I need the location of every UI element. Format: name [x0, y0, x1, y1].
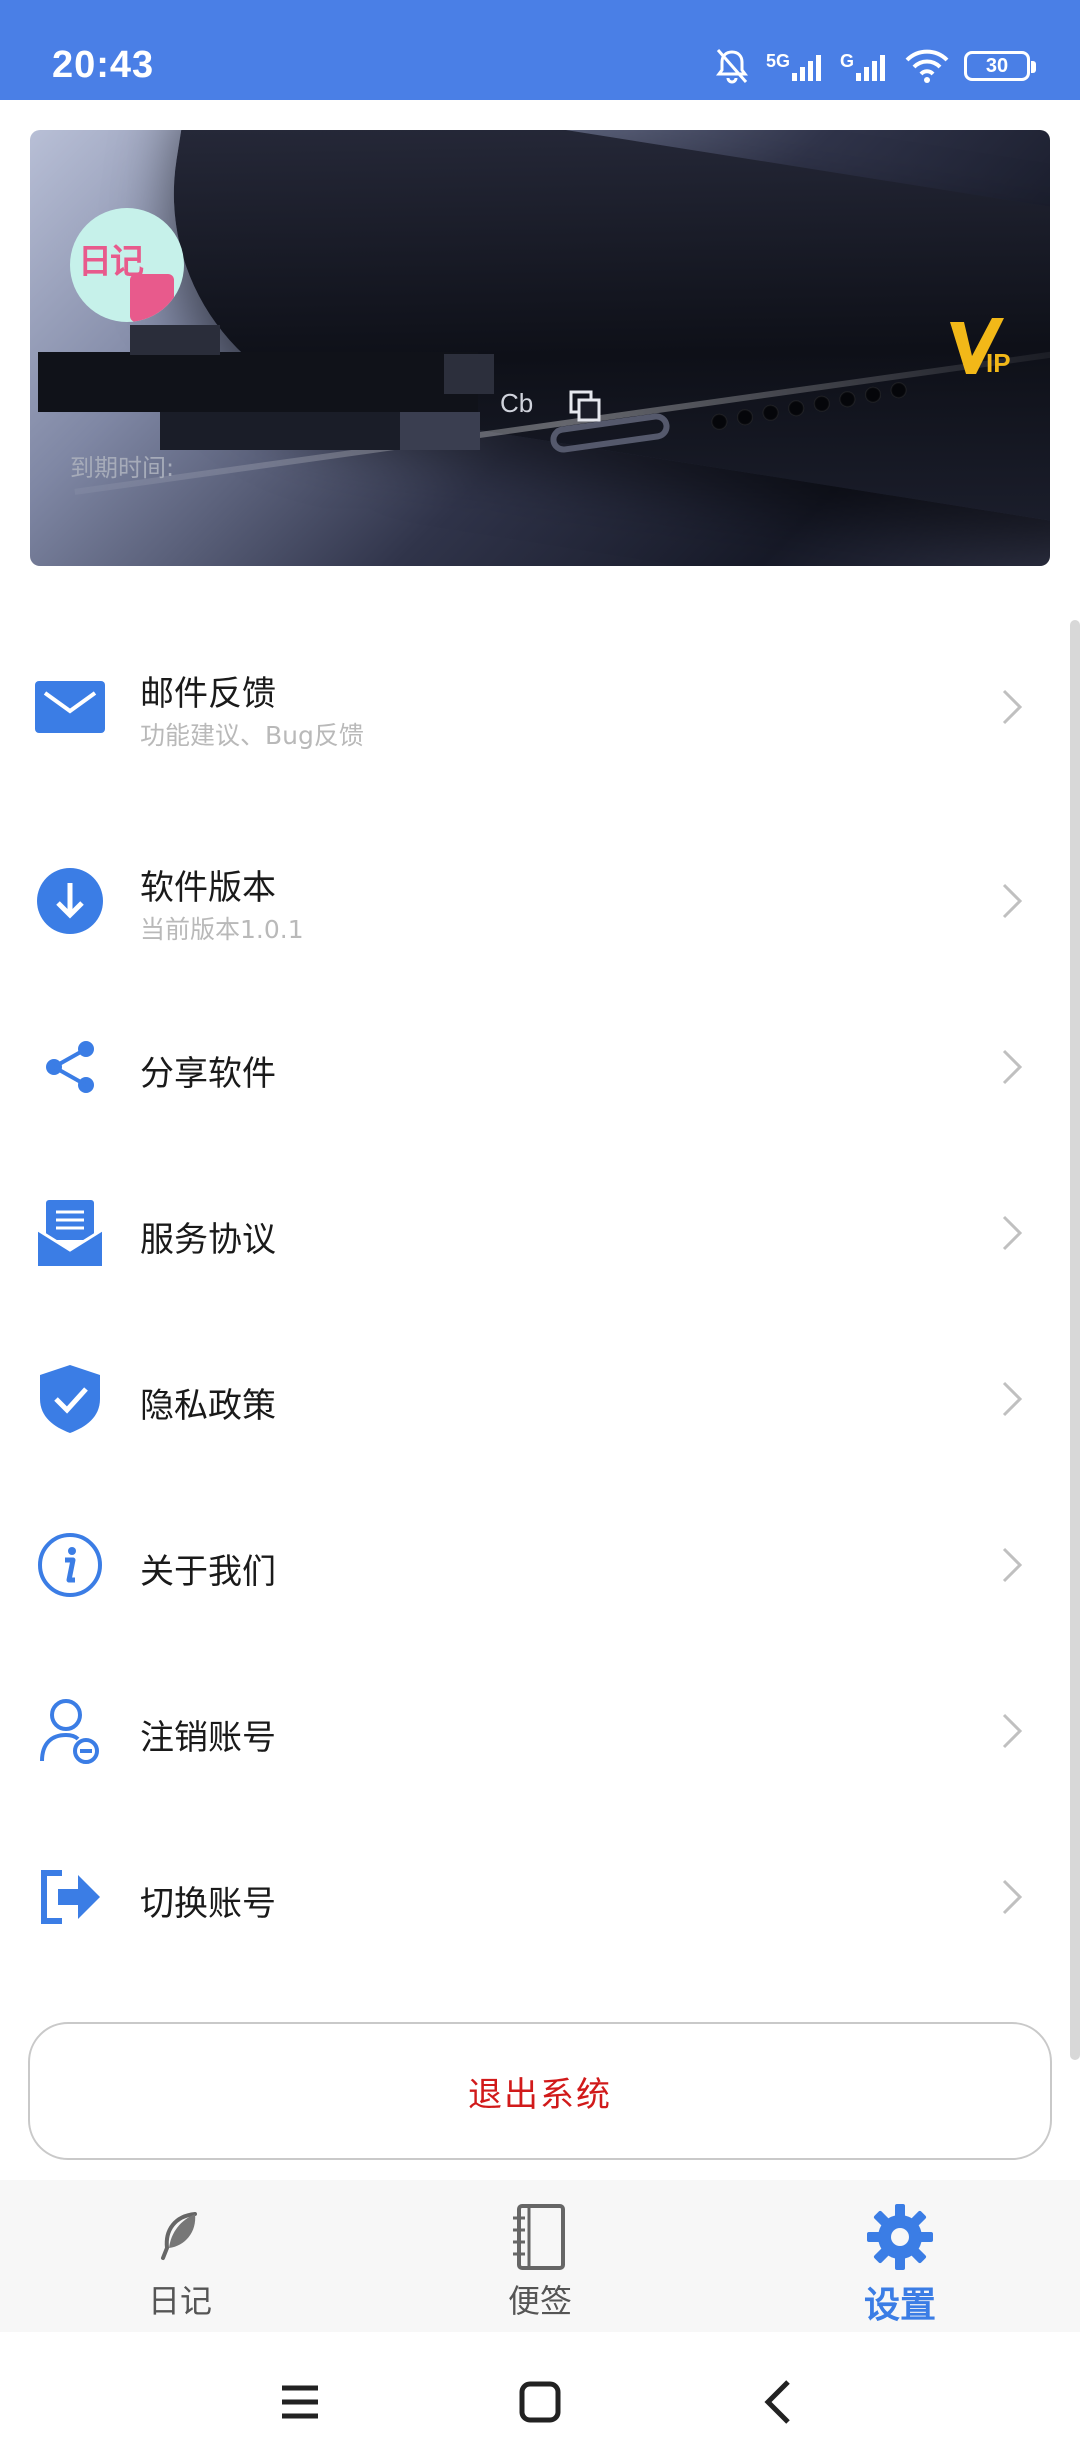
menu-subtitle: 当前版本1.0.1: [140, 915, 304, 944]
tab-settings[interactable]: 设置: [790, 2180, 1010, 2332]
share-icon: [34, 1031, 106, 1103]
menu-item-privacy[interactable]: 隐私政策: [0, 1316, 1080, 1482]
tab-label: 日记: [147, 2282, 212, 2320]
menu-subtitle: 功能建议、Bug反馈: [140, 721, 364, 750]
menu-title: 隐私政策: [140, 1386, 276, 1426]
back-icon[interactable]: [750, 2372, 810, 2432]
download-icon: [34, 865, 106, 937]
chevron-right-icon: [1002, 1547, 1023, 1583]
chevron-right-icon: [1002, 1879, 1023, 1915]
menu-title: 软件版本: [140, 868, 276, 908]
battery-icon: 30: [964, 51, 1036, 81]
document-icon: [34, 1197, 106, 1269]
menu-title: 关于我们: [140, 1552, 276, 1592]
menu-item-version[interactable]: 软件版本 当前版本1.0.1: [0, 818, 1080, 984]
tab-notes[interactable]: 便签: [430, 2180, 650, 2332]
chevron-right-icon: [1002, 1381, 1023, 1417]
tab-diary[interactable]: 日记: [70, 2180, 290, 2332]
menu-item-feedback[interactable]: 邮件反馈 功能建议、Bug反馈: [0, 624, 1080, 790]
chevron-right-icon: [1002, 1713, 1023, 1749]
vip-icon: IP: [950, 318, 1011, 378]
feather-icon: [161, 2212, 197, 2260]
chevron-right-icon: [1002, 1049, 1023, 1085]
tab-label: 设置: [863, 2285, 936, 2326]
menu-item-switch-account[interactable]: 切换账号: [0, 1814, 1080, 1980]
banner-phone-image: [142, 130, 1050, 540]
scrollbar[interactable]: [1070, 620, 1080, 2060]
menu-title: 注销账号: [140, 1718, 276, 1758]
menu-item-service-agreement[interactable]: 服务协议: [0, 1150, 1080, 1316]
status-bar: 20:43 5G G 30: [0, 0, 1080, 100]
switch-account-icon: [34, 1861, 106, 1933]
copy-icon[interactable]: [567, 388, 603, 424]
menu-icon[interactable]: [270, 2372, 330, 2432]
menu-title: 服务协议: [140, 1220, 276, 1260]
info-icon: [34, 1529, 106, 1601]
gear-icon: [867, 2204, 933, 2270]
menu-title: 分享软件: [140, 1054, 276, 1094]
chevron-right-icon: [1002, 689, 1023, 725]
redacted-block: [444, 354, 494, 394]
system-navigation-bar: [0, 2332, 1080, 2460]
lock-icon: [130, 274, 174, 322]
redacted-block: [400, 412, 480, 450]
signal-g-icon: G: [840, 51, 890, 81]
bottom-tab-bar: 日记 便签 设置: [0, 2180, 1080, 2332]
battery-level: 30: [985, 54, 1009, 77]
avatar[interactable]: 日记: [70, 208, 184, 322]
menu-title: 邮件反馈: [140, 674, 276, 714]
signal-5g-icon: 5G: [766, 51, 826, 81]
user-remove-icon: [34, 1695, 106, 1767]
status-icons: 5G G 30: [712, 44, 1036, 88]
tab-label: 便签: [507, 2282, 572, 2320]
svg-text:IP: IP: [986, 348, 1011, 378]
notebook-icon: [513, 2204, 565, 2270]
user-id-fragment: Cb: [500, 388, 534, 418]
mail-icon: [34, 671, 106, 743]
status-time: 20:43: [52, 44, 155, 86]
menu-item-share[interactable]: 分享软件: [0, 984, 1080, 1150]
chevron-right-icon: [1002, 1215, 1023, 1251]
home-icon[interactable]: [510, 2372, 570, 2432]
redacted-block: [130, 325, 220, 355]
menu-title: 切换账号: [140, 1884, 276, 1924]
menu-item-delete-account[interactable]: 注销账号: [0, 1648, 1080, 1814]
signal-5g-label: 5G: [765, 51, 790, 71]
signal-g-label: G: [839, 51, 854, 71]
chevron-right-icon: [1002, 883, 1023, 919]
shield-check-icon: [34, 1363, 106, 1435]
profile-banner[interactable]: 日记 Cb 到期时间: IP: [30, 130, 1050, 566]
logout-button[interactable]: 退出系统: [28, 2022, 1052, 2160]
wifi-icon: [905, 49, 949, 83]
expire-label: 到期时间:: [70, 454, 175, 482]
menu-item-about[interactable]: 关于我们: [0, 1482, 1080, 1648]
redacted-username: [38, 352, 478, 412]
bell-off-icon: [715, 49, 748, 84]
